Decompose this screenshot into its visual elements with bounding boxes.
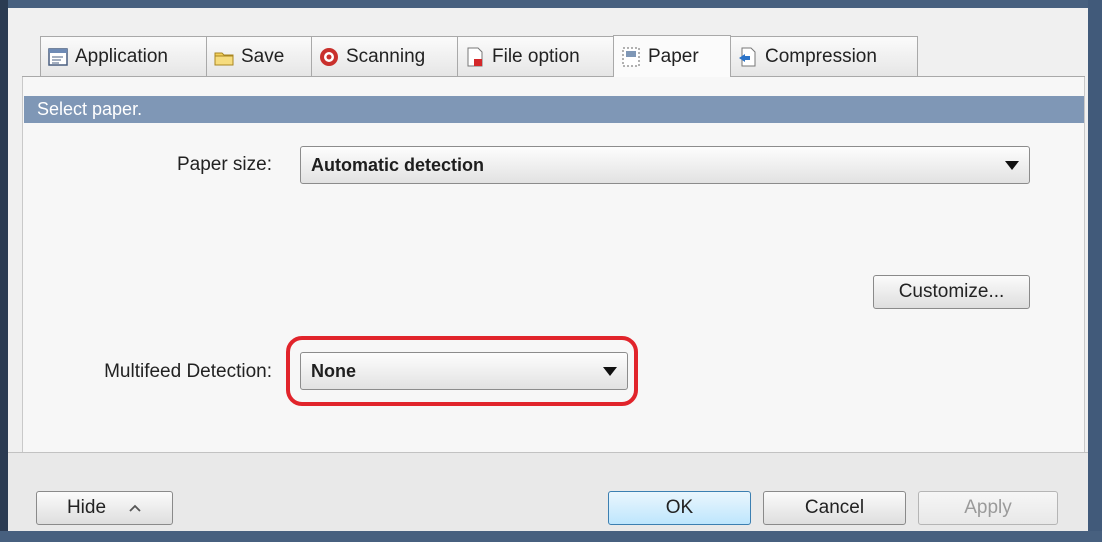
paper-size-label: Paper size: <box>176 154 272 175</box>
tab-label: File option <box>492 45 580 67</box>
chevron-down-icon <box>1005 161 1019 170</box>
multifeed-detection-label: Multifeed Detection: <box>104 361 272 382</box>
application-icon <box>47 46 69 68</box>
tab-save[interactable]: Save <box>206 36 312 76</box>
highlight-annotation <box>286 336 638 406</box>
paper-size-value: Automatic detection <box>311 154 485 175</box>
tab-label: Save <box>241 45 285 67</box>
tab-label: Application <box>75 45 168 67</box>
tab-file-option[interactable]: File option <box>457 36 614 76</box>
compression-icon <box>737 46 759 68</box>
tab-label: Paper <box>648 45 699 67</box>
tab-label: Compression <box>765 45 877 67</box>
window-frame-left <box>0 0 8 542</box>
chevron-up-icon <box>128 497 142 519</box>
tab-strip-border <box>731 76 1085 77</box>
folder-icon <box>213 46 235 68</box>
scanning-icon <box>318 46 340 68</box>
window-frame-top <box>0 0 1102 8</box>
tab-compression[interactable]: Compression <box>730 36 918 76</box>
section-header: Select paper. <box>24 96 1084 123</box>
tab-scanning[interactable]: Scanning <box>311 36 458 76</box>
tab-application[interactable]: Application <box>40 36 207 76</box>
hide-label: Hide <box>66 497 107 518</box>
window-frame-right <box>1088 0 1102 542</box>
tab-paper[interactable]: Paper <box>613 35 731 77</box>
customize-button[interactable]: Customize... <box>873 275 1030 309</box>
ok-button[interactable]: OK <box>608 491 751 525</box>
paper-icon <box>620 46 642 68</box>
hide-button[interactable]: Hide <box>36 491 173 525</box>
file-option-icon <box>464 46 486 68</box>
window-frame-bottom <box>0 531 1102 542</box>
cancel-button[interactable]: Cancel <box>763 491 906 525</box>
tab-strip-border <box>22 76 613 77</box>
paper-size-dropdown[interactable]: Automatic detection <box>300 146 1030 184</box>
apply-button[interactable]: Apply <box>918 491 1058 525</box>
tab-label: Scanning <box>346 45 426 67</box>
